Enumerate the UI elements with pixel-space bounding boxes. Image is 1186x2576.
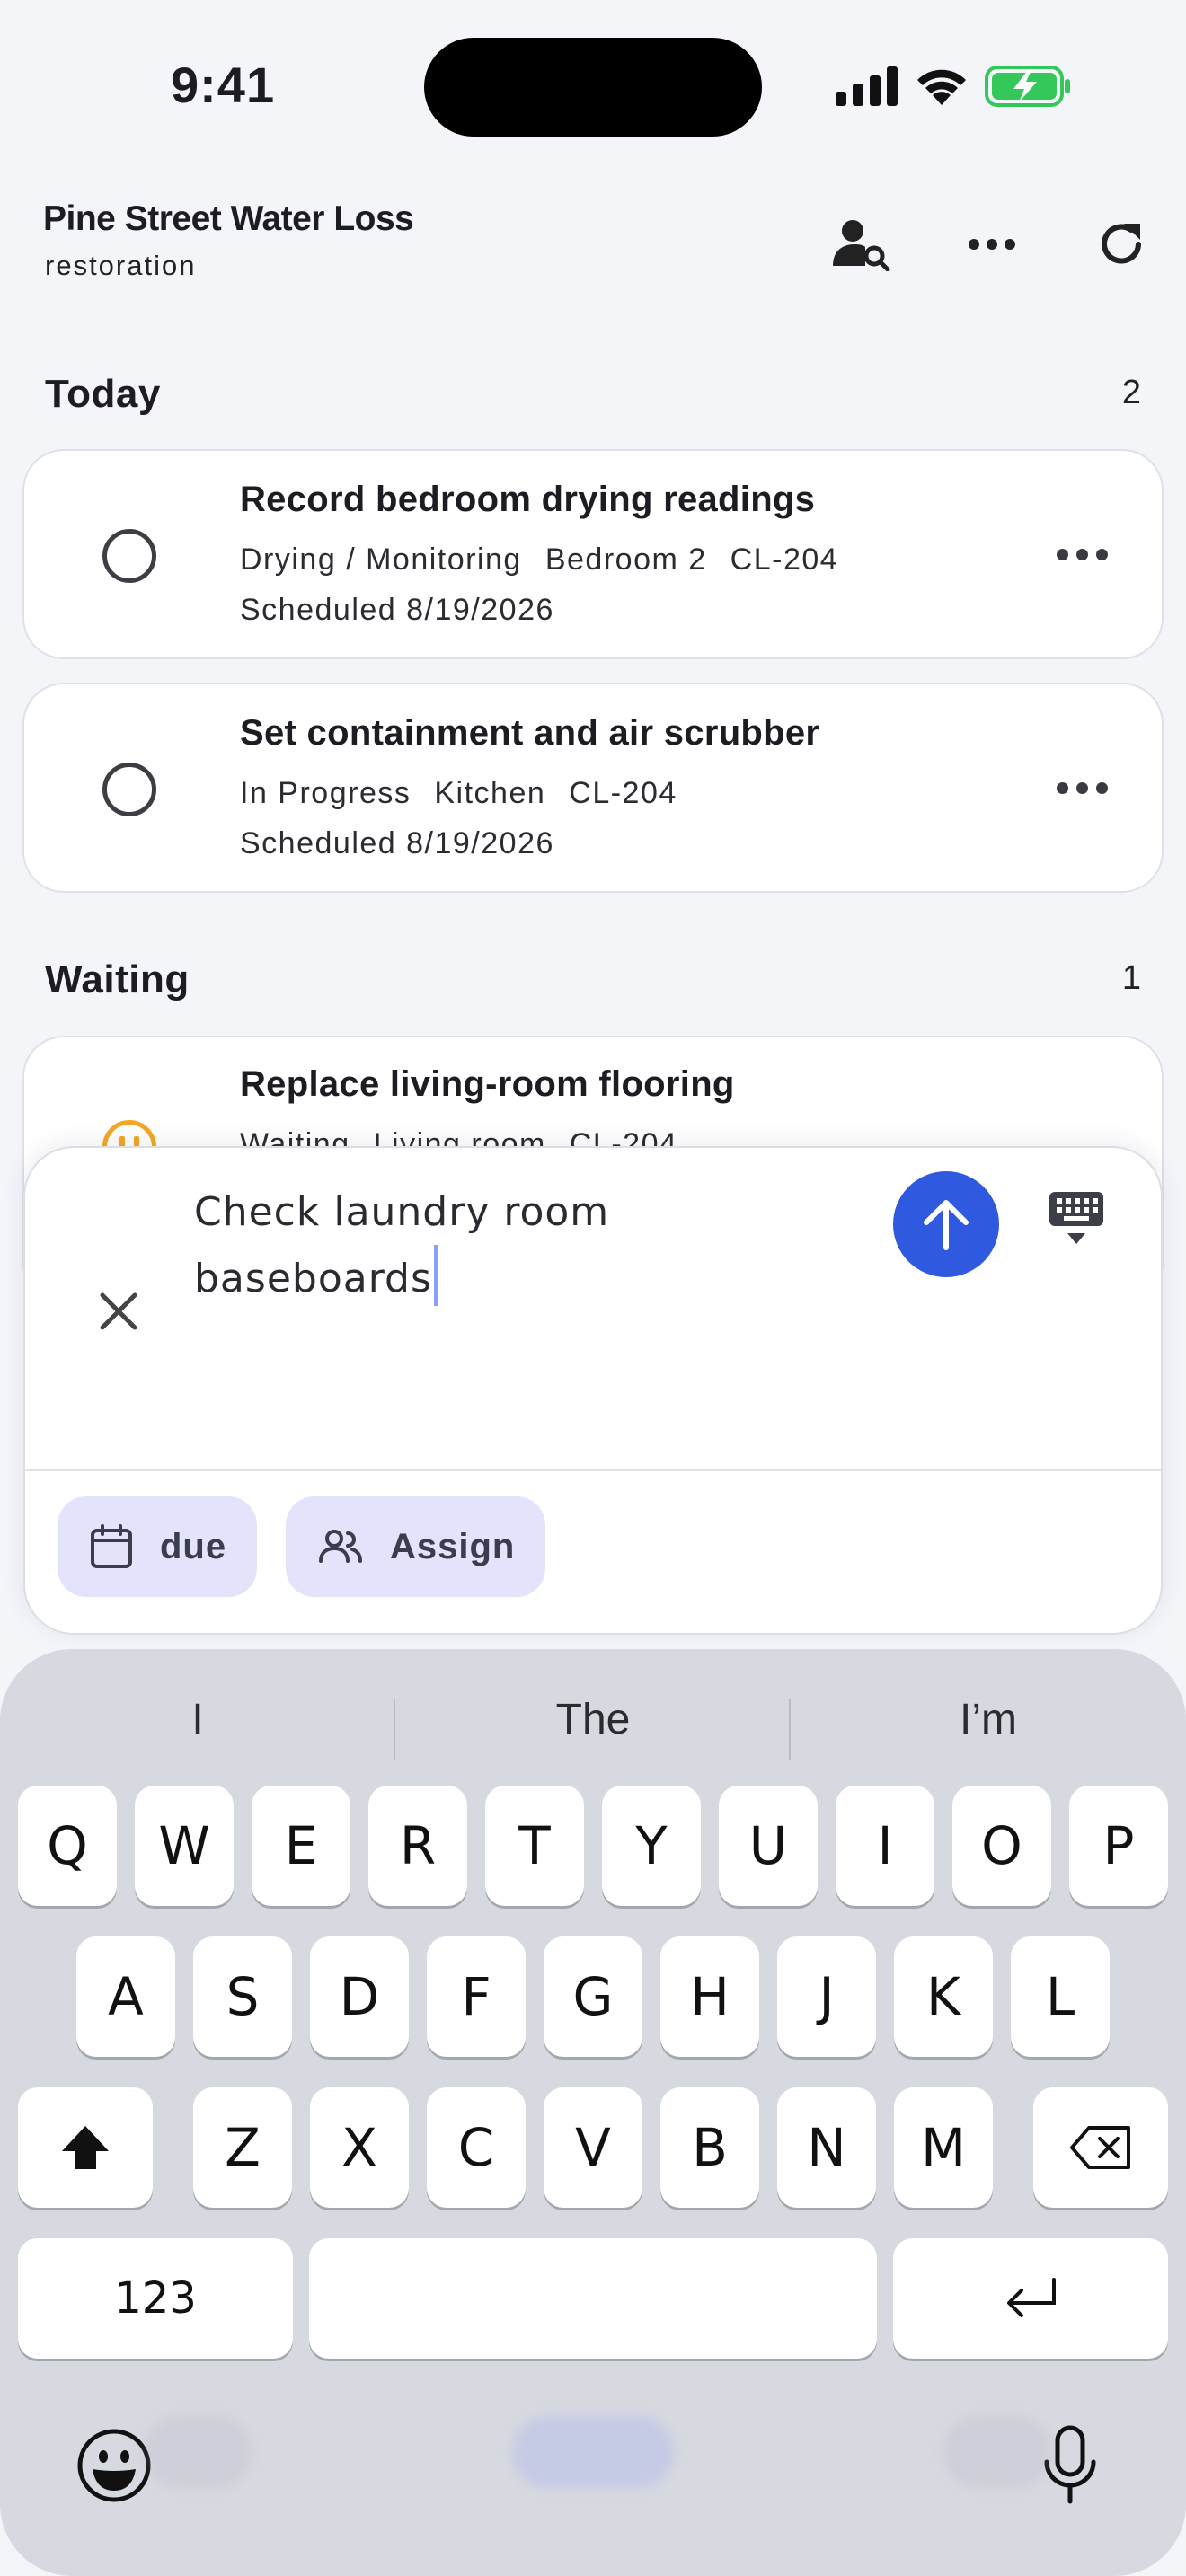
task-card[interactable]: Record bedroom drying readings Drying / … (22, 449, 1164, 659)
more-icon (969, 239, 1015, 250)
arrow-up-icon (924, 1200, 969, 1250)
task-scheduled-date: Scheduled 8/19/2026 (240, 826, 554, 860)
battery-charging-icon (985, 66, 1070, 107)
emoji-icon (77, 2429, 151, 2502)
keyboard-dismiss-icon (1049, 1192, 1103, 1244)
key[interactable]: S (193, 1936, 292, 2057)
status-time: 9:41 (171, 57, 276, 113)
task-title: Replace living-room flooring (240, 1064, 735, 1104)
task-tag: CL-204 (569, 776, 677, 810)
task-title: Record bedroom drying readings (240, 480, 816, 519)
key[interactable]: V (544, 2087, 642, 2208)
section-title-waiting: Waiting (45, 957, 190, 1001)
key[interactable]: N (777, 2087, 876, 2208)
return-icon (1007, 2278, 1056, 2317)
due-date-chip[interactable]: due (58, 1496, 258, 1597)
shift-key[interactable] (18, 2087, 153, 2208)
task-more-button[interactable] (1049, 532, 1115, 577)
task-complete-checkbox[interactable] (102, 763, 156, 816)
microphone-icon (1044, 2425, 1096, 2504)
suggestion[interactable]: I’m (791, 1676, 1186, 1762)
find-person-icon (833, 220, 890, 271)
task-title-input[interactable]: Check laundry room baseboards (194, 1180, 697, 1311)
suggestion[interactable]: I (0, 1676, 395, 1762)
close-icon (100, 1292, 137, 1330)
dismiss-keyboard-button[interactable] (1042, 1187, 1111, 1250)
task-tag: Drying / Monitoring (240, 543, 522, 577)
task-card[interactable]: Set containment and air scrubber In Prog… (22, 683, 1164, 893)
close-compose-button[interactable] (90, 1283, 147, 1340)
people-icon (319, 1530, 362, 1563)
task-input-value: Check laundry room baseboards (194, 1189, 610, 1301)
key[interactable]: H (660, 1936, 759, 2057)
submit-task-button[interactable] (893, 1171, 999, 1277)
key[interactable]: K (894, 1936, 993, 2057)
task-tag: Kitchen (434, 776, 546, 810)
key[interactable]: X (310, 2087, 409, 2208)
more-options-button[interactable] (956, 208, 1028, 280)
key[interactable]: D (310, 1936, 409, 2057)
text-caret (433, 1245, 438, 1306)
task-meta: Drying / Monitoring Bedroom 2 CL-204 (240, 543, 838, 578)
assign-chip[interactable]: Assign (286, 1496, 546, 1597)
task-complete-checkbox[interactable] (102, 529, 156, 583)
task-tag: CL-204 (730, 543, 839, 577)
tabbar-ghost (144, 2416, 252, 2488)
assign-chip-label: Assign (390, 1526, 516, 1566)
key[interactable]: I (836, 1786, 934, 1906)
task-title: Set containment and air scrubber (240, 713, 820, 753)
find-person-button[interactable] (825, 208, 897, 280)
quick-add-sheet: Check laundry room baseboards due Assign (23, 1146, 1163, 1635)
task-tag: Bedroom 2 (544, 543, 707, 577)
key[interactable]: W (135, 1786, 234, 1906)
key[interactable]: B (660, 2087, 759, 2208)
space-key[interactable] (309, 2238, 877, 2359)
key[interactable]: E (252, 1786, 350, 1906)
section-count-today: 2 (1121, 374, 1141, 411)
key[interactable]: R (368, 1786, 467, 1906)
suggestion[interactable]: The (395, 1676, 791, 1762)
section-title-today: Today (45, 372, 161, 416)
shift-icon (62, 2126, 109, 2169)
header-actions (0, 208, 1186, 280)
refresh-button[interactable] (1085, 208, 1157, 280)
section-count-waiting: 1 (1121, 959, 1141, 997)
compose-divider (25, 1469, 1161, 1471)
key[interactable]: C (427, 2087, 526, 2208)
due-chip-label: due (160, 1526, 227, 1566)
key[interactable]: P (1069, 1786, 1168, 1906)
key[interactable]: U (719, 1786, 818, 1906)
delete-key[interactable] (1033, 2087, 1168, 2208)
calendar-icon (91, 1524, 132, 1568)
key[interactable]: F (427, 1936, 526, 2057)
wifi-icon (917, 69, 966, 105)
tabbar-ghost (943, 2416, 1051, 2488)
key[interactable]: Q (18, 1786, 117, 1906)
status-bar: 9:41 (0, 0, 1186, 171)
key[interactable]: Z (193, 2087, 292, 2208)
key[interactable]: G (544, 1936, 642, 2057)
key[interactable]: M (894, 2087, 993, 2208)
predictive-bar: I The I’m (0, 1676, 1186, 1762)
key[interactable]: A (76, 1936, 175, 2057)
task-tag: In Progress (240, 776, 412, 810)
task-meta: In Progress Kitchen CL-204 (240, 776, 677, 811)
backspace-icon (1070, 2126, 1130, 2169)
tabbar-ghost (512, 2416, 674, 2488)
key[interactable]: O (952, 1786, 1051, 1906)
status-icons (836, 63, 1071, 110)
key[interactable]: J (777, 1936, 876, 2057)
dynamic-island (424, 38, 762, 137)
task-scheduled-date: Scheduled 8/19/2026 (240, 593, 554, 627)
key[interactable]: Y (602, 1786, 701, 1906)
refresh-icon (1102, 224, 1141, 264)
cellular-signal-icon (836, 66, 898, 106)
key[interactable]: T (485, 1786, 584, 1906)
task-more-button[interactable] (1049, 765, 1115, 810)
return-key[interactable] (893, 2238, 1168, 2359)
key[interactable]: L (1011, 1936, 1110, 2057)
numbers-key[interactable]: 123 (18, 2238, 293, 2359)
